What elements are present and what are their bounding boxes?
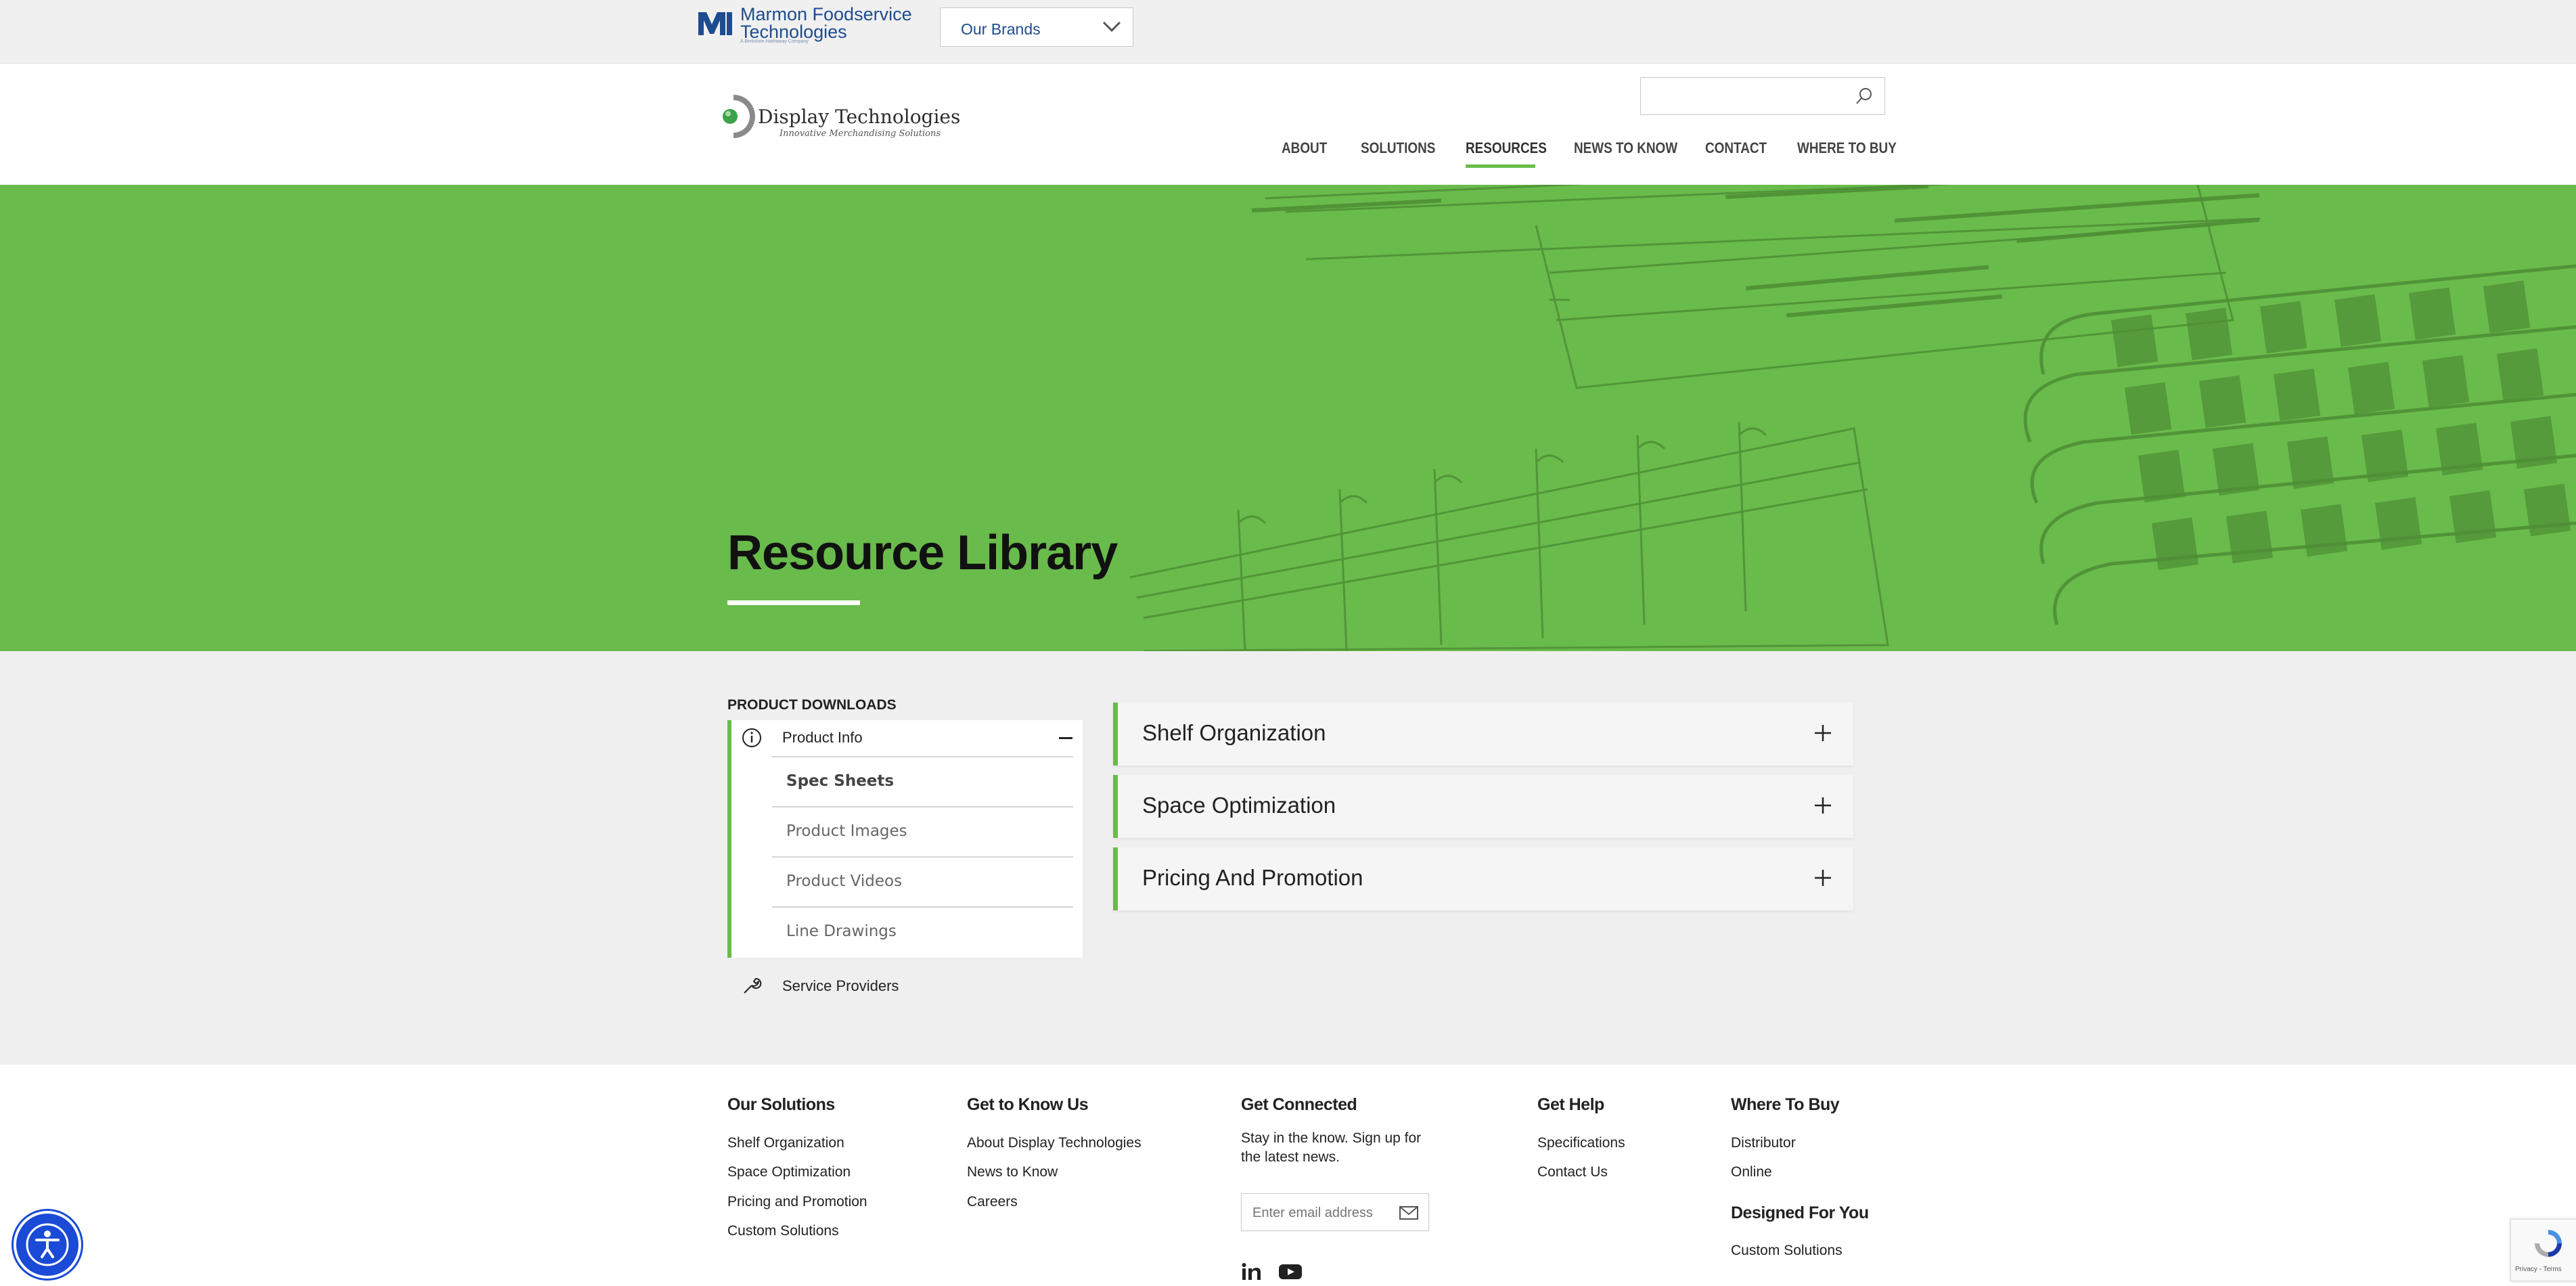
our-brands-label: Our Brands (961, 20, 1041, 38)
footer-link[interactable]: Specifications (1537, 1135, 1625, 1151)
hero-banner (0, 185, 2576, 651)
accordion-title: Pricing And Promotion (1142, 865, 1363, 890)
site-logo-tagline: Innovative Merchandising Solutions (779, 129, 941, 139)
footer-link[interactable]: News to Know (967, 1164, 1058, 1180)
mail-icon[interactable] (1399, 1205, 1419, 1221)
footer-link[interactable]: Custom Solutions (727, 1223, 839, 1239)
recaptcha-links[interactable]: Privacy - Terms (2515, 1266, 2562, 1273)
footer-heading-about: Get to Know Us (967, 1095, 1089, 1114)
sidebar-item-label: Spec Sheets (786, 772, 895, 790)
plus-icon[interactable] (1813, 868, 1833, 888)
nav-solutions[interactable]: SOLUTIONS (1361, 139, 1435, 157)
footer-heading-solutions: Our Solutions (727, 1095, 835, 1114)
search-input[interactable] (1646, 83, 1845, 110)
footer-link[interactable]: Careers (967, 1194, 1018, 1210)
footer-link[interactable]: Online (1731, 1164, 1772, 1180)
accessibility-button[interactable] (16, 1214, 78, 1276)
nav-active-indicator (1466, 164, 1535, 168)
page-title: Resource Library (727, 526, 1118, 580)
email-field[interactable] (1251, 1201, 1396, 1225)
footer-heading-designed: Designed For You (1731, 1203, 1869, 1222)
sidebar-item-label: Line Drawings (786, 923, 897, 940)
footer-link[interactable]: About Display Technologies (967, 1135, 1142, 1151)
sidebar-item-line-drawings[interactable]: Line Drawings (772, 908, 1073, 958)
accordion-title: Shelf Organization (1142, 720, 1326, 745)
accordion-title: Space Optimization (1142, 793, 1336, 818)
sidebar-item-label: Product Videos (786, 872, 903, 890)
site-header (0, 64, 2576, 185)
nav-where-to-buy[interactable]: WHERE TO BUY (1797, 139, 1897, 157)
newsletter-form (1241, 1193, 1429, 1231)
sidebar-item-service-providers[interactable]: Service Providers (782, 977, 899, 995)
minus-icon[interactable] (1059, 737, 1072, 739)
accessibility-icon (26, 1223, 69, 1266)
wrench-icon (744, 977, 762, 994)
footer-link[interactable]: Contact Us (1537, 1164, 1608, 1180)
accordion-pricing-and-promotion[interactable]: Pricing And Promotion (1113, 847, 1853, 910)
nav-news-to-know[interactable]: NEWS TO KNOW (1574, 139, 1677, 157)
parent-brand-tagline: A Berkshire Hathaway Company (740, 39, 809, 44)
recaptcha-badge[interactable]: Privacy - Terms (2510, 1219, 2576, 1281)
sidebar-item-label: Product Images (786, 822, 907, 840)
chevron-down-icon (1102, 21, 1121, 32)
footer-link[interactable]: Shelf Organization (727, 1135, 844, 1151)
accordion-space-optimization[interactable]: Space Optimization (1113, 775, 1853, 838)
site-logo-name[interactable]: Display Technologies (758, 106, 960, 128)
site-search[interactable] (1640, 77, 1885, 115)
youtube-icon[interactable] (1278, 1262, 1303, 1281)
footer-heading-help: Get Help (1537, 1095, 1604, 1114)
footer-heading-where-to-buy: Where To Buy (1731, 1095, 1840, 1114)
linkedin-icon[interactable] (1241, 1262, 1263, 1281)
recaptcha-icon (2535, 1230, 2562, 1257)
title-underline (727, 600, 860, 605)
parent-brand-bar (0, 0, 2576, 64)
footer-link[interactable]: Distributor (1731, 1135, 1796, 1151)
plus-icon[interactable] (1813, 723, 1833, 743)
product-downloads-label: PRODUCT DOWNLOADS (727, 697, 897, 713)
search-icon[interactable] (1855, 87, 1874, 106)
nav-about[interactable]: ABOUT (1282, 139, 1327, 157)
plus-icon[interactable] (1813, 795, 1833, 816)
product-info-toggle[interactable]: Product Info (782, 729, 863, 747)
nav-contact[interactable]: CONTACT (1705, 139, 1767, 157)
hero-technical-drawing (1129, 185, 2576, 651)
footer-link[interactable]: Custom Solutions (1731, 1243, 1843, 1259)
footer-link[interactable]: Pricing and Promotion (727, 1194, 867, 1210)
footer-heading-connect: Get Connected (1241, 1095, 1357, 1114)
nav-resources[interactable]: RESOURCES (1466, 139, 1547, 157)
marmon-logo-icon[interactable] (697, 9, 733, 37)
our-brands-dropdown[interactable]: Our Brands (940, 7, 1133, 47)
parent-brand-name[interactable]: Marmon Foodservice Technologies (740, 5, 912, 41)
newsletter-text-line2: the latest news. (1241, 1149, 1340, 1165)
display-technologies-logo-icon[interactable] (720, 92, 758, 141)
footer-link[interactable]: Space Optimization (727, 1164, 851, 1180)
sidebar-item-spec-sheets[interactable]: Spec Sheets (772, 757, 1073, 807)
info-circle-icon (742, 728, 761, 747)
sidebar-item-product-videos[interactable]: Product Videos (772, 858, 1073, 908)
sidebar-item-product-images[interactable]: Product Images (772, 807, 1073, 858)
accordion-shelf-organization[interactable]: Shelf Organization (1113, 703, 1853, 766)
newsletter-text-line1: Stay in the know. Sign up for (1241, 1130, 1422, 1146)
